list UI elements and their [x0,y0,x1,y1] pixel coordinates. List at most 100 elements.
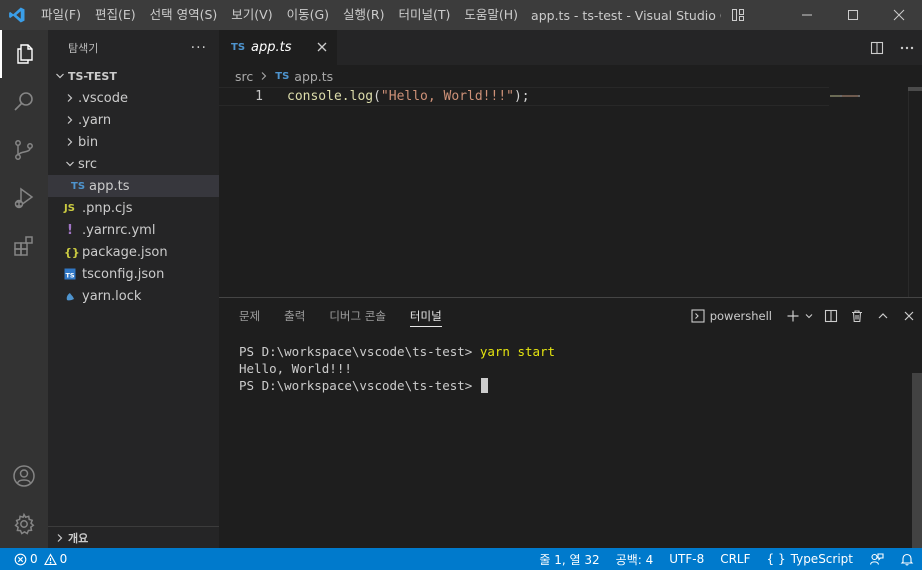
root-folder-label: TS-TEST [68,69,117,83]
run-debug-icon[interactable] [0,174,48,222]
search-icon[interactable] [0,78,48,126]
tree-root-folder[interactable]: TS-TEST [48,65,219,87]
problems-status[interactable]: 0 0 [0,552,67,566]
menu-file[interactable]: 파일(F) [34,0,88,30]
title-bar: 파일(F) 편집(E) 선택 영역(S) 보기(V) 이동(G) 실행(R) 터… [0,0,922,30]
terminal-scrollbar[interactable] [912,373,922,549]
feedback-icon[interactable] [861,552,892,567]
terminal-command: yarn start [479,344,556,359]
outline-section[interactable]: 개요 [48,526,219,548]
chevron-right-icon [259,71,269,81]
tree-item-yarn-folder[interactable]: .yarn [48,109,219,131]
code-text[interactable]: console.log("Hello, World!!!"); [287,89,530,104]
extensions-icon[interactable] [0,222,48,270]
new-terminal-icon[interactable] [782,298,804,333]
terminal-output-text: Hello, World!!! [239,361,352,376]
encoding[interactable]: UTF-8 [661,552,712,566]
tab-label: app.ts [251,40,292,55]
tree-item-label: src [78,156,97,172]
editor-scrollbar[interactable] [908,87,922,297]
menu-terminal[interactable]: 터미널(T) [392,0,458,30]
more-actions-icon[interactable]: ··· [191,40,207,56]
close-window-button[interactable] [876,0,922,30]
menu-help[interactable]: 도움말(H) [457,0,525,30]
tsconfig-file-icon: TS [64,268,82,280]
breadcrumb-file[interactable]: app.ts [294,69,333,84]
tree-item-label: bin [78,134,99,150]
account-icon[interactable] [0,452,48,500]
svg-text:TS: TS [65,272,74,280]
maximize-button[interactable] [830,0,876,30]
tree-item-vscode-folder[interactable]: .vscode [48,87,219,109]
close-tab-icon[interactable] [315,40,329,58]
tree-item-yarnrc-yml[interactable]: ! .yarnrc.yml [48,219,219,241]
tab-app-ts[interactable]: TS app.ts [219,30,337,65]
terminal-output[interactable]: PS D:\workspace\vscode\ts-test> yarn sta… [219,333,922,394]
tree-item-pnp-cjs[interactable]: JS .pnp.cjs [48,197,219,219]
scrollbar-cursor-marker [908,87,922,91]
close-panel-icon[interactable] [896,298,922,333]
braces-icon: { } [766,552,786,566]
breadcrumb-folder[interactable]: src [235,69,253,84]
explorer-sidebar: 탐색기 ··· TS-TEST .vscode .yarn bin src TS… [48,30,219,548]
menu-run[interactable]: 실행(R) [336,0,391,30]
language-mode[interactable]: { } TypeScript [759,552,861,566]
warning-count: 0 [59,552,68,566]
terminal-line: PS D:\workspace\vscode\ts-test> yarn sta… [239,343,922,360]
minimize-button[interactable] [784,0,830,30]
end-of-line[interactable]: CRLF [712,552,758,566]
tab-terminal[interactable]: 터미널 [409,298,442,333]
tree-item-yarn-lock[interactable]: yarn.lock [48,285,219,307]
maximize-panel-icon[interactable] [870,298,896,333]
status-bar: 0 0 줄 1, 열 32 공백: 4 UTF-8 CRLF { } TypeSc… [0,548,922,570]
shell-label: powershell [709,308,772,323]
tab-debug-console[interactable]: 디버그 콘솔 [329,298,386,333]
code-token-paren: ( [373,89,381,104]
tab-output[interactable]: 출력 [284,298,305,333]
line-number: 1 [255,89,263,104]
tree-item-tsconfig-json[interactable]: TS tsconfig.json [48,263,219,285]
typescript-file-icon: TS [231,42,246,53]
minimap[interactable] [830,87,908,97]
terminal-line: Hello, World!!! [239,360,922,377]
code-line[interactable]: 1 console.log("Hello, World!!!"); [219,87,829,106]
menu-selection[interactable]: 선택 영역(S) [143,0,225,30]
warning-icon [43,552,57,566]
more-actions-icon[interactable] [892,30,922,65]
tree-item-src-folder[interactable]: src [48,153,219,175]
terminal-shell-selector[interactable]: powershell [687,298,782,333]
customize-layout-icon[interactable] [723,0,753,30]
vscode-logo-icon [0,0,34,30]
menu-view[interactable]: 보기(V) [224,0,279,30]
chevron-down-icon[interactable] [804,298,818,333]
editor-tabs: TS app.ts [219,30,922,65]
menu-go[interactable]: 이동(G) [280,0,336,30]
explorer-header: 탐색기 ··· [48,30,219,65]
terminal-prompt: PS D:\workspace\vscode\ts-test> [239,344,480,359]
split-terminal-icon[interactable] [818,298,844,333]
javascript-file-icon: JS [64,202,75,214]
chevron-right-icon [52,532,68,544]
menu-edit[interactable]: 편집(E) [88,0,143,30]
outline-label: 개요 [68,531,89,545]
indentation[interactable]: 공백: 4 [608,551,662,568]
explorer-icon[interactable] [0,30,48,78]
tree-item-package-json[interactable]: {} package.json [48,241,219,263]
cursor-position[interactable]: 줄 1, 열 32 [531,551,607,568]
trash-icon[interactable] [844,298,870,333]
tree-item-app-ts[interactable]: TS app.ts [48,175,219,197]
notifications-bell-icon[interactable] [892,552,922,566]
chevron-down-icon [62,158,78,170]
tree-item-label: .vscode [78,90,128,106]
tree-item-label: package.json [82,244,168,260]
settings-gear-icon[interactable] [0,500,48,548]
tree-item-bin-folder[interactable]: bin [48,131,219,153]
tree-item-label: yarn.lock [82,288,142,304]
tab-problems[interactable]: 문제 [239,298,260,333]
code-token-function: console.log [287,89,374,104]
split-editor-icon[interactable] [862,30,892,65]
bottom-panel: 문제 출력 디버그 콘솔 터미널 powershell PS D:\worksp… [219,297,922,549]
yarn-icon [64,290,82,302]
source-control-icon[interactable] [0,126,48,174]
tree-item-label: .pnp.cjs [82,200,133,216]
